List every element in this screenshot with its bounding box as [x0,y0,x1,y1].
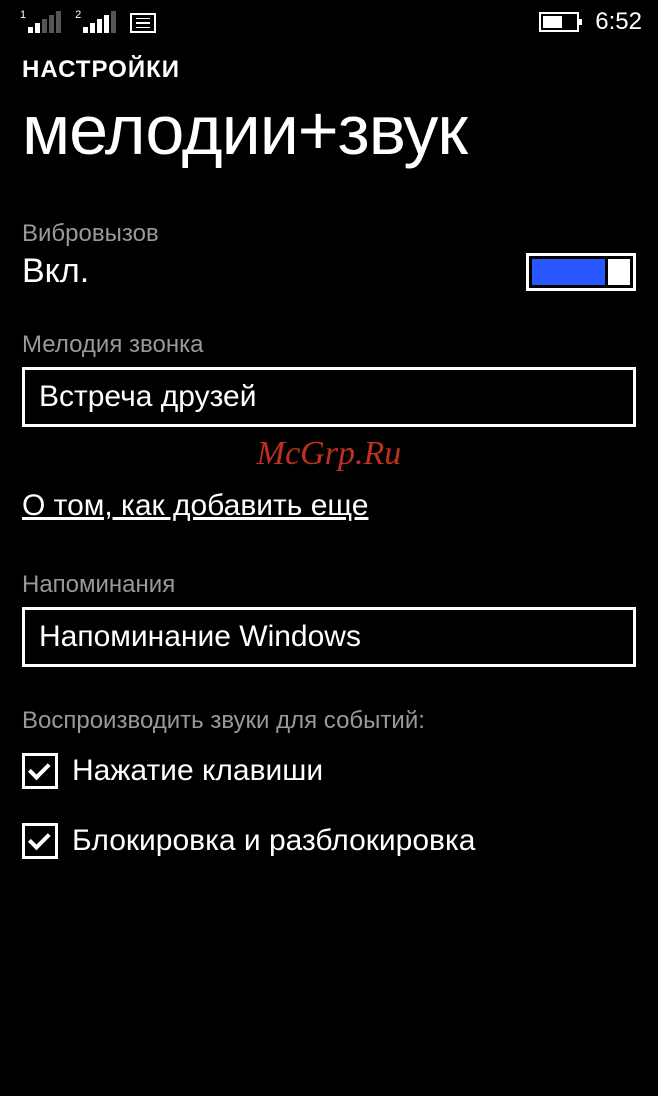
vibrate-toggle[interactable] [526,253,636,291]
clock: 6:52 [595,8,642,36]
reminders-setting: Напоминания Напоминание Windows [22,571,636,667]
status-bar: 1 2 6:52 [0,0,658,40]
vibrate-label: Вибровызов [22,220,636,248]
page-title: мелодии+звук [22,90,636,170]
checkmark-icon [28,828,51,851]
keypress-checkbox-row[interactable]: Нажатие клавиши [22,753,636,789]
sim2-signal: 2 [75,11,116,33]
sim1-label: 1 [20,9,26,21]
events-header: Воспроизводить звуки для событий: [22,707,636,735]
signal-bars-icon [83,11,116,33]
watermark: McGrp.Ru [22,435,636,473]
sim2-label: 2 [75,9,81,21]
keypress-label: Нажатие клавиши [72,754,323,788]
status-left: 1 2 [20,11,156,33]
lock-label: Блокировка и разблокировка [72,824,475,858]
checkbox-icon [22,823,58,859]
checkmark-icon [28,758,51,781]
reminders-label: Напоминания [22,571,636,599]
ringtone-setting: Мелодия звонка Встреча друзей [22,331,636,427]
reminders-select[interactable]: Напоминание Windows [22,607,636,667]
status-right: 6:52 [539,8,642,36]
ringtone-select[interactable]: Встреча друзей [22,367,636,427]
vibrate-row: Вкл. [22,252,636,291]
vibrate-value: Вкл. [22,252,89,291]
notification-icon [130,13,156,33]
battery-icon [539,12,579,32]
sim1-signal: 1 [20,11,61,33]
checkbox-icon [22,753,58,789]
signal-bars-icon [28,11,61,33]
breadcrumb: НАСТРОЙКИ [22,56,636,84]
vibrate-setting: Вибровызов Вкл. [22,220,636,291]
lock-checkbox-row[interactable]: Блокировка и разблокировка [22,823,636,859]
ringtone-label: Мелодия звонка [22,331,636,359]
add-more-link[interactable]: О том, как добавить еще [22,489,368,523]
content: НАСТРОЙКИ мелодии+звук Вибровызов Вкл. М… [0,40,658,859]
